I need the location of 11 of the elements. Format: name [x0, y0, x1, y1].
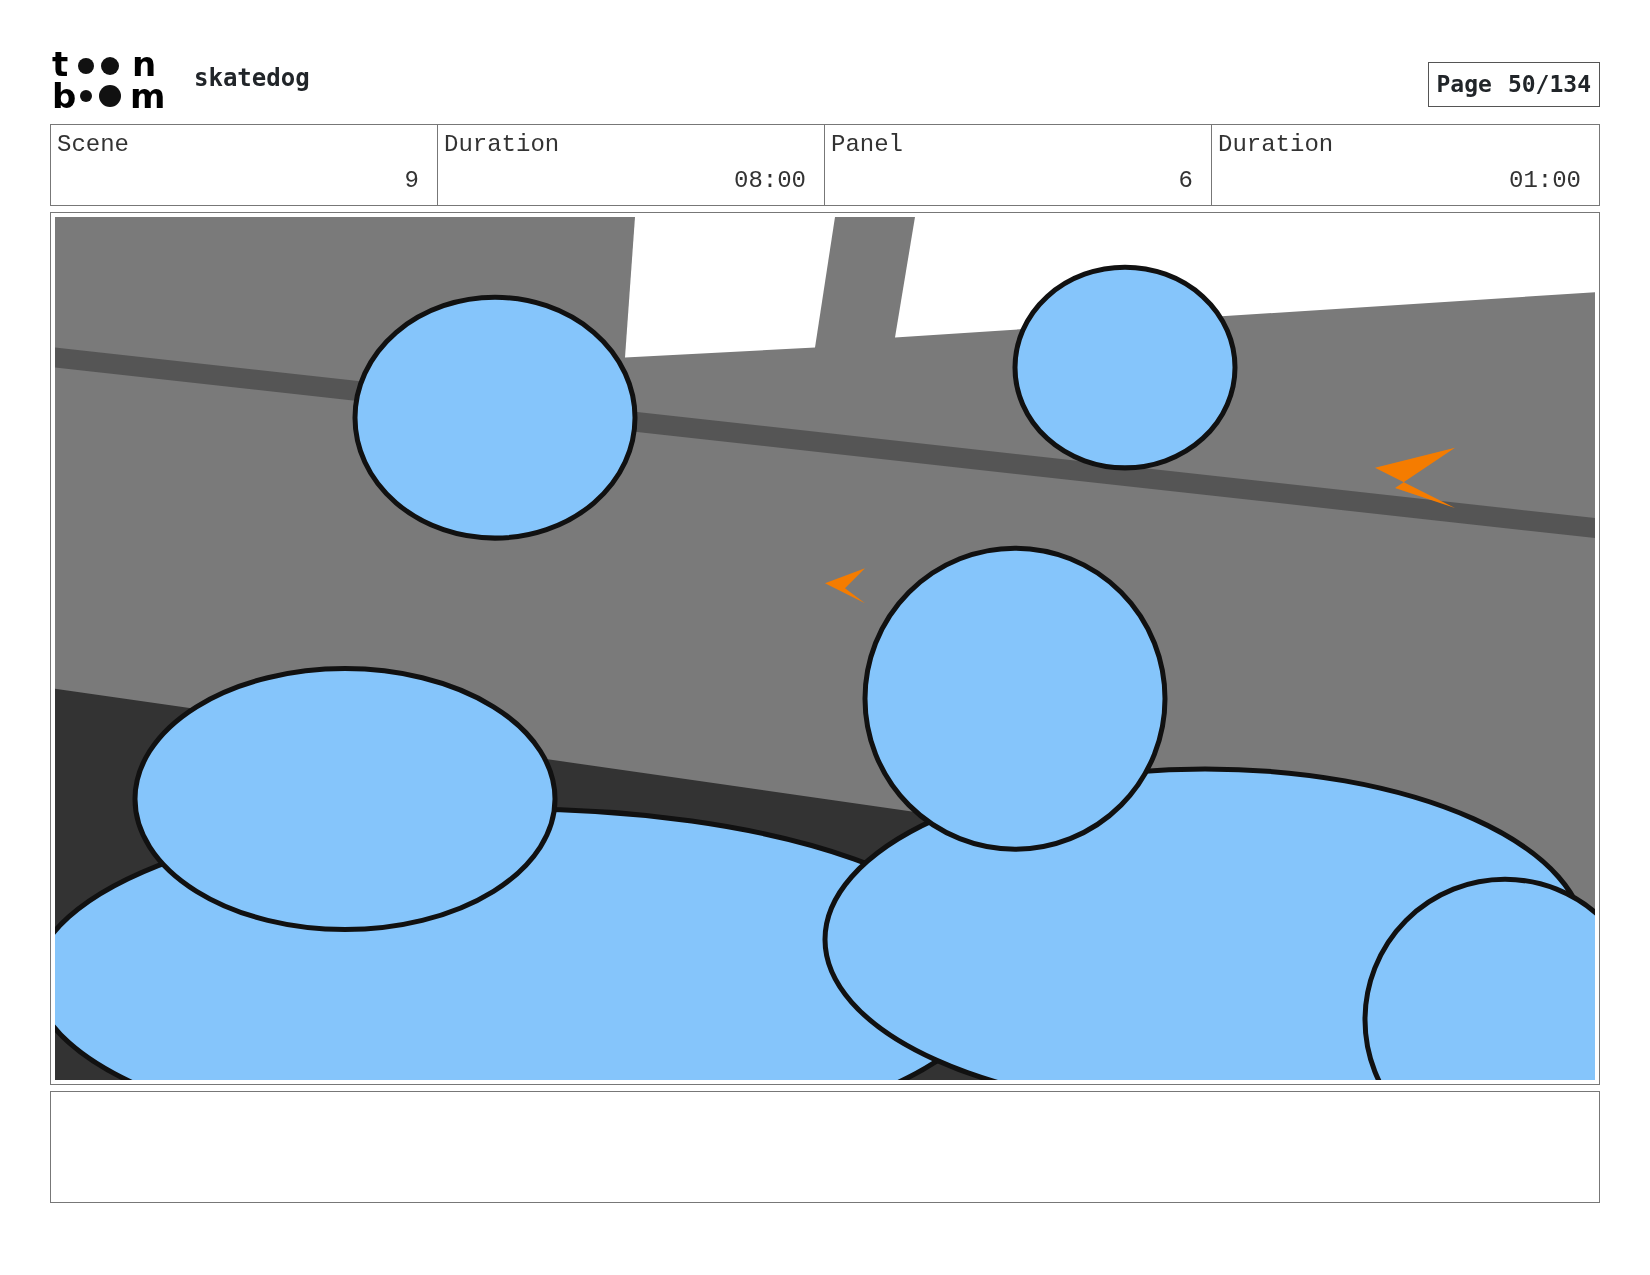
field-label: Panel	[831, 130, 903, 160]
field-label: Scene	[57, 130, 129, 160]
field-value: 08:00	[734, 166, 806, 196]
field-value: 9	[404, 166, 419, 196]
logo: t n b m	[50, 50, 166, 112]
field-value: 6	[1178, 166, 1193, 196]
project-title: skatedog	[194, 63, 310, 94]
field-label: Duration	[1218, 130, 1334, 160]
field-value: 01:00	[1509, 166, 1581, 196]
page-counter: Page 50/134	[1427, 62, 1600, 107]
field-label: Duration	[444, 130, 560, 160]
